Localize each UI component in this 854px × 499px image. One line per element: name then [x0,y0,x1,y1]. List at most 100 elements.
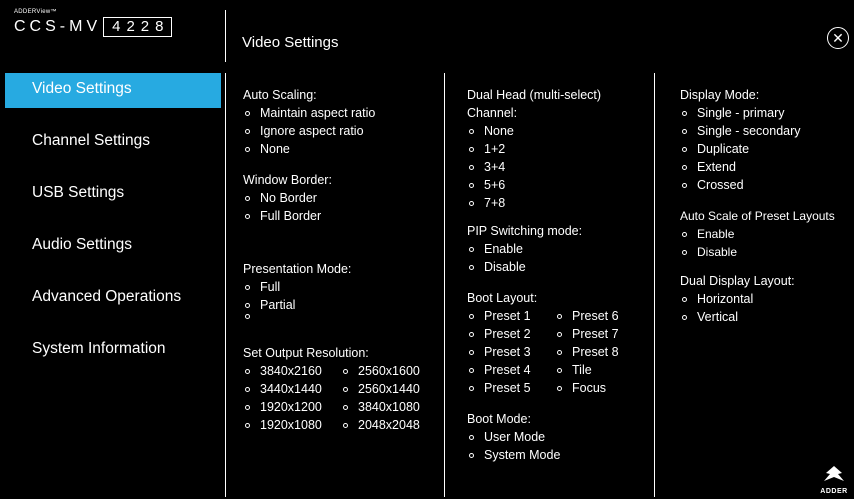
radio-icon [245,302,250,308]
radio-option[interactable]: Single - primary [680,104,801,122]
radio-icon [469,264,474,270]
radio-option[interactable]: Preset 6 [555,307,635,325]
radio-icon [469,367,474,373]
radio-option[interactable]: Enable [467,240,582,258]
radio-option[interactable]: Enable [680,225,835,243]
radio-icon [557,367,562,373]
radio-icon [469,164,474,170]
checkbox-option[interactable]: 7+8 [467,194,601,212]
radio-icon [682,110,687,116]
radio-option[interactable]: Disable [467,258,582,276]
radio-option[interactable]: 2048x2048 [341,416,441,434]
radio-icon [469,385,474,391]
window-border-group: Window Border: No Border Full Border [243,171,332,225]
auto-scaling-title: Auto Scaling: [243,88,317,102]
radio-option[interactable]: Single - secondary [680,122,801,140]
close-button[interactable]: ✕ [827,27,849,49]
radio-icon [469,452,474,458]
brand-product-name: CCS-MV [14,18,102,35]
checkbox-option[interactable]: None [467,122,601,140]
page-title: Video Settings [242,34,339,51]
dual-head-title: Dual Head (multi-select) [467,88,602,102]
radio-option[interactable]: 1920x1080 [243,416,341,434]
dual-head-group: Dual Head (multi-select) Channel: None 1… [467,86,601,212]
radio-icon [343,422,348,428]
sidebar-item-channel-settings[interactable]: Channel Settings [5,125,221,177]
radio-option[interactable]: Crossed [680,176,801,194]
radio-icon [469,128,474,134]
radio-icon [557,313,562,319]
checkbox-option[interactable]: 1+2 [467,140,601,158]
auto-scaling-group: Auto Scaling: Maintain aspect ratio Igno… [243,86,375,158]
radio-option[interactable]: 3440x1440 [243,380,341,398]
radio-icon [682,164,687,170]
radio-option[interactable]: 3840x2160 [243,362,341,380]
radio-option[interactable]: Preset 7 [555,325,635,343]
radio-icon [682,249,687,255]
auto-scale-presets-title: Auto Scale of Preset Layouts [680,209,835,223]
adder-snake-icon [824,466,844,481]
radio-option[interactable]: Full [243,278,351,296]
sidebar-item-usb-settings[interactable]: USB Settings [5,177,221,229]
sidebar-item-video-settings[interactable]: Video Settings [5,73,221,108]
radio-option[interactable]: Preset 8 [555,343,635,361]
radio-option[interactable]: System Mode [467,446,560,464]
radio-icon [682,182,687,188]
radio-option[interactable]: 3840x1080 [341,398,441,416]
radio-option[interactable]: Disable [680,243,835,261]
radio-icon [682,231,687,237]
radio-option[interactable]: Vertical [680,308,795,326]
radio-option[interactable]: Full Border [243,207,332,225]
adder-logo: ADDER [820,465,848,495]
output-resolution-title: Set Output Resolution: [243,346,369,360]
boot-mode-title: Boot Mode: [467,412,531,426]
radio-option[interactable]: Preset 3 [467,343,555,361]
radio-icon [557,331,562,337]
sidebar-item-system-information[interactable]: System Information [5,333,221,385]
sidebar: Video Settings Channel Settings USB Sett… [5,73,221,385]
radio-icon [469,182,474,188]
adder-logo-text: ADDER [820,488,848,495]
sidebar-item-audio-settings[interactable]: Audio Settings [5,229,221,281]
radio-icon [682,296,687,302]
checkbox-option[interactable]: 5+6 [467,176,601,194]
radio-option[interactable]: Preset 1 [467,307,555,325]
radio-option[interactable]: Duplicate [680,140,801,158]
radio-icon [245,284,250,290]
radio-option[interactable]: Focus [555,379,635,397]
radio-option[interactable]: Partial [243,296,351,314]
radio-option[interactable]: Horizontal [680,290,795,308]
radio-option[interactable]: 2560x1600 [341,362,441,380]
radio-icon [682,146,687,152]
radio-option[interactable]: 2560x1440 [341,380,441,398]
radio-icon [245,146,250,152]
radio-option[interactable]: Tile [555,361,635,379]
radio-option[interactable]: User Mode [467,428,560,446]
radio-option[interactable]: Ignore aspect ratio [243,122,375,140]
checkbox-option[interactable]: 3+4 [467,158,601,176]
radio-option[interactable]: Maintain aspect ratio [243,104,375,122]
radio-option[interactable]: 1920x1200 [243,398,341,416]
output-resolution-group: Set Output Resolution: 3840x2160 2560x16… [243,344,441,434]
radio-icon [245,422,250,428]
radio-option[interactable]: No Border [243,189,332,207]
radio-icon [469,146,474,152]
pip-switching-group: PIP Switching mode: Enable Disable [467,222,582,276]
radio-option[interactable] [243,314,351,319]
radio-option[interactable]: Preset 5 [467,379,555,397]
radio-icon [469,313,474,319]
radio-option[interactable]: Preset 2 [467,325,555,343]
radio-icon [469,349,474,355]
radio-option[interactable]: Extend [680,158,801,176]
radio-icon [343,368,348,374]
radio-icon [245,128,250,134]
sidebar-item-advanced-operations[interactable]: Advanced Operations [5,281,221,333]
radio-option[interactable]: None [243,140,375,158]
radio-icon [682,314,687,320]
radio-icon [469,434,474,440]
radio-icon [245,213,250,219]
radio-option[interactable]: Preset 4 [467,361,555,379]
presentation-mode-title: Presentation Mode: [243,262,352,276]
boot-layout-group: Boot Layout: Preset 1 Preset 6 Preset 2 … [467,289,635,397]
brand-small-text: ADDERView™ [14,9,57,15]
